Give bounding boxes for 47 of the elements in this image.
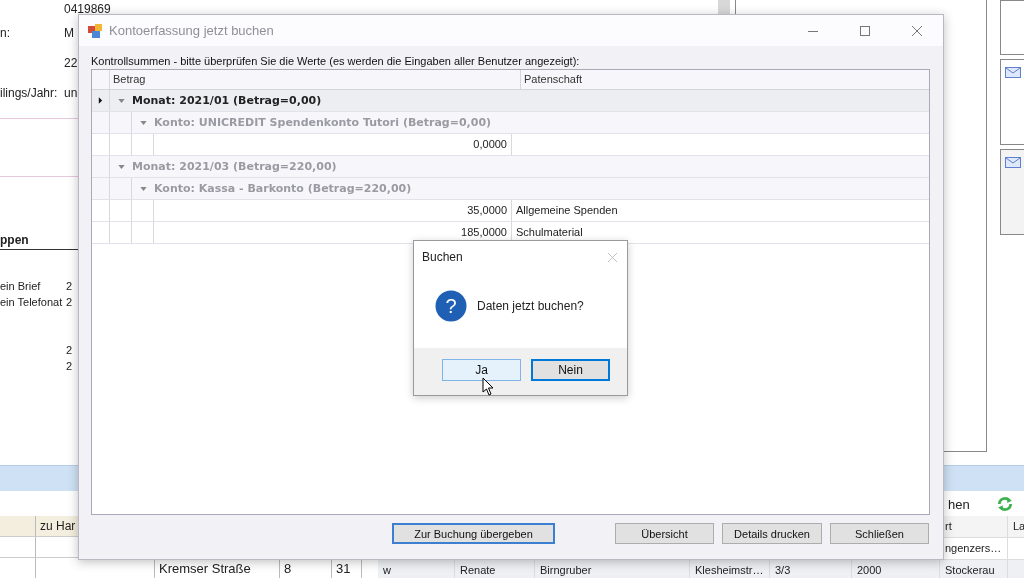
group-label: Konto: UNICREDIT Spendenkonto Tutori (Betrag=0,00) xyxy=(154,116,492,129)
window-title: Kontoerfassung jetzt buchen xyxy=(109,23,274,38)
group-label: Konto: Kassa - Barkonto (Betrag=220,00) xyxy=(154,182,412,195)
dialog-button[interactable]: Details drucken xyxy=(722,523,822,544)
dialog-button[interactable]: Zur Buchung übergeben xyxy=(392,523,555,544)
dialog-button[interactable]: Nein xyxy=(531,359,610,381)
group-label: Monat: 2021/01 (Betrag=0,00) xyxy=(132,94,322,107)
close-icon[interactable] xyxy=(607,251,618,263)
table-cell: 35,0000 xyxy=(154,200,512,221)
app-icon xyxy=(87,22,103,39)
dialog-button[interactable]: Übersicht xyxy=(615,523,714,544)
contact-label: ein Telefonat xyxy=(0,296,64,308)
total-value: 2 xyxy=(66,360,74,372)
dialog-button[interactable]: Ja xyxy=(442,359,521,381)
column-header[interactable]: Patenschaft xyxy=(521,70,586,89)
maximize-icon[interactable] xyxy=(859,24,871,37)
contact-count: 2 xyxy=(66,296,74,308)
column-header[interactable] xyxy=(0,516,36,537)
column-header[interactable]: Betrag xyxy=(110,70,521,89)
field-label: n: xyxy=(0,26,11,40)
field-value: M xyxy=(64,26,75,40)
collapse-caret-icon[interactable] xyxy=(140,120,147,125)
field-label: ilings/Jahr: xyxy=(0,86,59,100)
table-cell-text: Allgemeine Spenden xyxy=(515,203,619,218)
collapse-caret-icon[interactable] xyxy=(140,186,147,191)
field-value: un xyxy=(64,86,79,100)
toolbar-label[interactable]: hen xyxy=(948,496,970,512)
refresh-icon[interactable] xyxy=(995,495,1014,513)
dialog-button[interactable]: Schließen xyxy=(830,523,929,544)
contact-count: 2 xyxy=(66,280,74,292)
message-text: Daten jetzt buchen? xyxy=(477,299,584,313)
total-value: 2 xyxy=(66,344,74,356)
group-label: Monat: 2021/03 (Betrag=220,00) xyxy=(132,160,337,173)
scrollbar[interactable] xyxy=(718,0,730,14)
question-icon: ? xyxy=(435,290,467,322)
instruction-text: Kontrollsummen - bitte überprüfen Sie die Werte (es werden die Eingaben aller Benutzer angezeigt): xyxy=(91,55,581,67)
close-icon[interactable] xyxy=(911,24,923,37)
message-box-title: Buchen xyxy=(422,250,463,264)
field-value: 0419869 xyxy=(64,2,111,16)
table-cell-text: Schulmaterial xyxy=(515,225,584,240)
envelope-icon xyxy=(1005,67,1021,78)
envelope-icon xyxy=(1005,157,1021,168)
collapse-caret-icon[interactable] xyxy=(118,98,125,103)
collapse-caret-icon[interactable] xyxy=(118,164,125,169)
contact-label: ein Brief xyxy=(0,280,42,292)
table-cell: 0,0000 xyxy=(154,134,512,155)
field-value: 22 xyxy=(64,56,79,70)
